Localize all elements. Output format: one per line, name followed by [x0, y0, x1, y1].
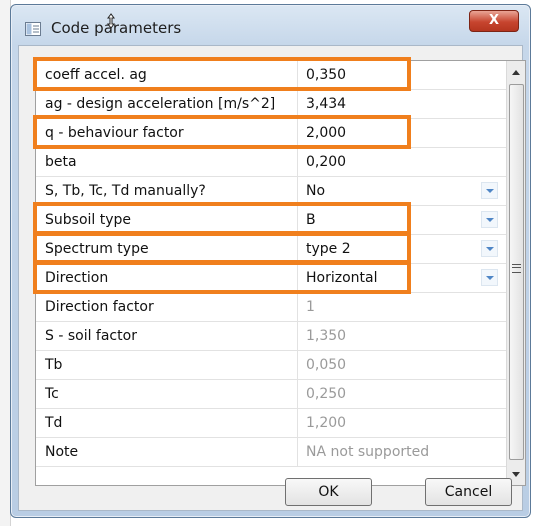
dropdown-arrow-icon[interactable] — [481, 182, 498, 199]
grid-row[interactable]: Direction factor 1 — [36, 293, 506, 322]
property-label: Td — [36, 409, 298, 437]
property-label: S - soil factor — [36, 322, 298, 350]
property-value-field: 0,250 — [299, 380, 506, 408]
property-value-dropdown[interactable]: No — [299, 177, 506, 205]
property-label: Direction factor — [36, 293, 298, 321]
grid-row[interactable]: Note NA not supported — [36, 438, 506, 467]
property-value-field: 1 — [299, 293, 506, 321]
property-value-field: 1,350 — [299, 322, 506, 350]
grid-row[interactable]: Tb 0,050 — [36, 351, 506, 380]
dropdown-arrow-icon[interactable] — [481, 240, 498, 257]
scroll-up-arrow-icon[interactable] — [507, 63, 525, 81]
property-value-text: 1 — [306, 299, 315, 315]
highlight-box — [33, 115, 411, 149]
dropdown-arrow-icon[interactable] — [481, 269, 498, 286]
grid-row[interactable]: Td 1,200 — [36, 409, 506, 438]
window-icon — [25, 22, 41, 36]
property-value-text: 0,050 — [306, 357, 347, 373]
grid-row[interactable]: Tc 0,250 — [36, 380, 506, 409]
property-value-field: 0,050 — [299, 351, 506, 379]
cancel-button[interactable]: Cancel — [425, 478, 512, 506]
highlight-box — [33, 260, 411, 294]
property-value-text: 0,250 — [306, 386, 347, 402]
title-bar[interactable]: Code parameters X — [11, 5, 530, 45]
property-label: Tc — [36, 380, 298, 408]
property-label: Note — [36, 438, 298, 466]
property-value-text: 1,350 — [306, 328, 347, 344]
property-value-text: 0,200 — [306, 154, 347, 170]
property-value-text: 1,200 — [306, 415, 347, 431]
highlight-box — [33, 57, 411, 91]
property-value-text: 3,434 — [306, 96, 347, 112]
property-value-field[interactable]: 0,200 — [299, 148, 506, 176]
grid-row[interactable]: beta 0,200 — [36, 148, 506, 177]
property-value-field: NA not supported — [299, 438, 506, 466]
property-label: beta — [36, 148, 298, 176]
property-label: S, Tb, Tc, Td manually? — [36, 177, 298, 205]
grid-row[interactable]: S - soil factor 1,350 — [36, 322, 506, 351]
property-value-text: NA not supported — [306, 444, 430, 460]
property-label: Tb — [36, 351, 298, 379]
property-value-field: 1,200 — [299, 409, 506, 437]
vertical-scrollbar[interactable] — [506, 61, 525, 485]
property-value-field[interactable]: 3,434 — [299, 90, 506, 118]
scroll-thumb[interactable] — [509, 84, 524, 460]
dropdown-arrow-icon[interactable] — [481, 211, 498, 228]
close-button[interactable]: X — [469, 10, 519, 32]
property-value-text: No — [306, 183, 326, 199]
mouse-cursor-icon — [107, 13, 115, 29]
ok-button[interactable]: OK — [285, 478, 372, 506]
property-label: ag - design acceleration [m/s^2] — [36, 90, 298, 118]
grip-icon — [512, 264, 521, 273]
